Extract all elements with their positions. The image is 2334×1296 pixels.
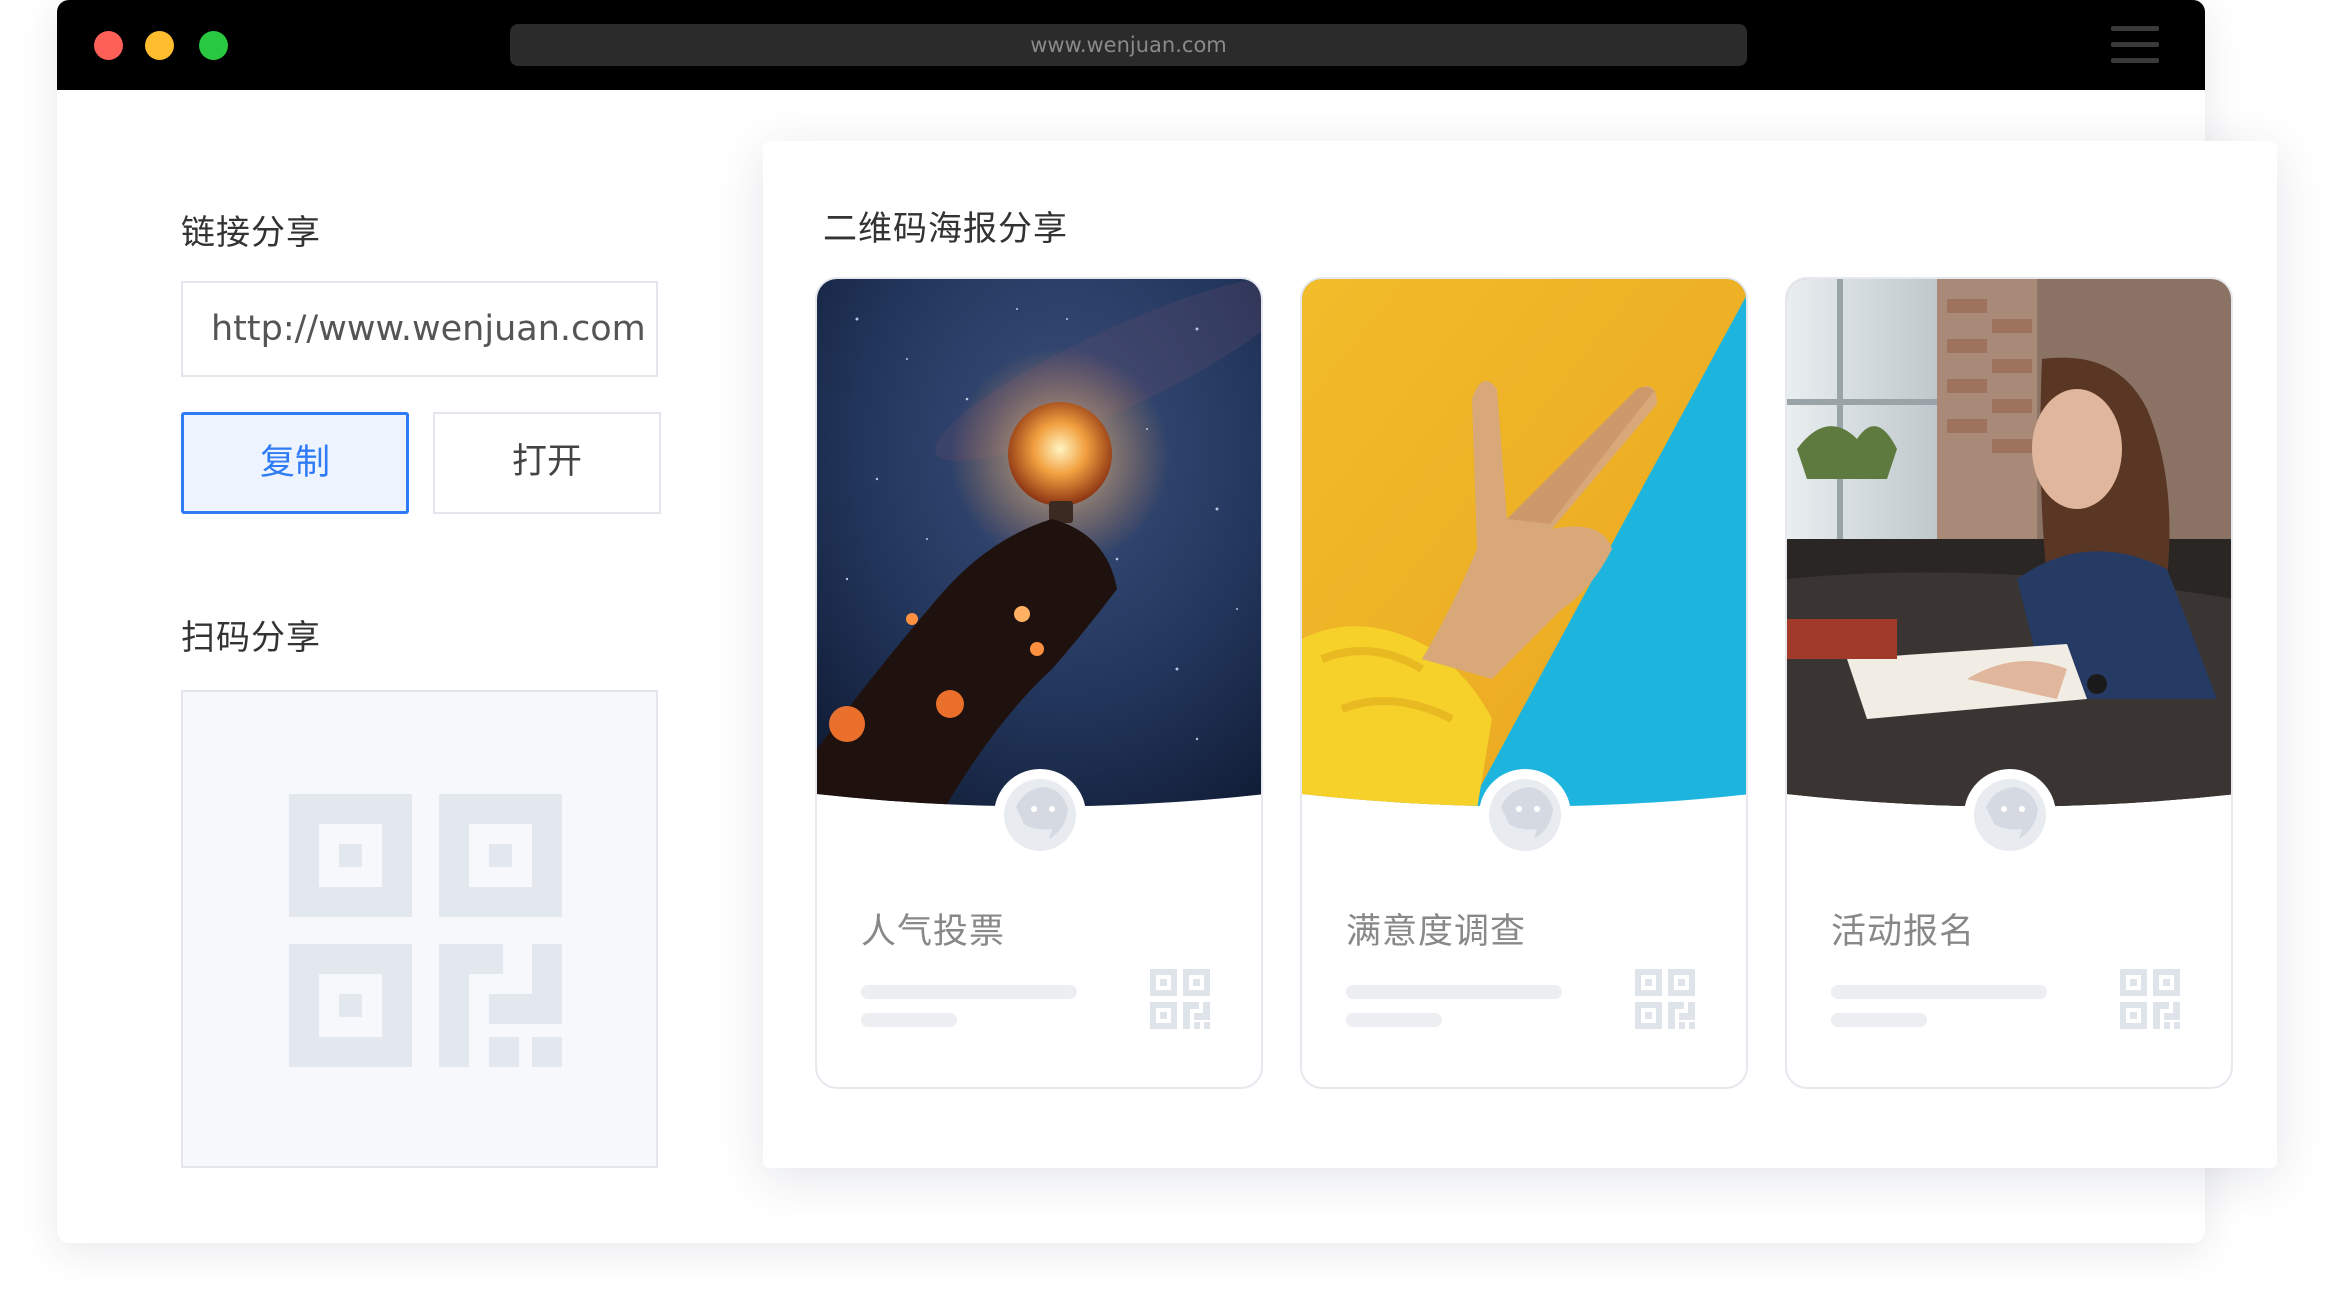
- browser-titlebar: www.wenjuan.com: [57, 0, 2205, 90]
- copy-button[interactable]: 复制: [181, 412, 409, 514]
- share-link-field[interactable]: http://www.wenjuan.com: [181, 281, 658, 377]
- placeholder-line: [861, 985, 1077, 999]
- avatar-icon: [1479, 769, 1571, 861]
- qr-code-placeholder: [181, 690, 658, 1168]
- maximize-window-button[interactable]: [199, 31, 228, 60]
- placeholder-line: [1346, 1013, 1442, 1027]
- qr-share-title: 扫码分享: [181, 618, 321, 658]
- address-bar[interactable]: www.wenjuan.com: [510, 24, 1747, 66]
- poster-card-label: 满意度调查: [1346, 912, 1527, 952]
- lightbulb-galaxy-photo: [817, 279, 1261, 807]
- poster-share-panel: 二维码海报分享 人气投票 满意度调查 活动报名: [763, 141, 2277, 1168]
- avatar-icon: [1964, 769, 2056, 861]
- poster-card-vote[interactable]: 人气投票: [815, 277, 1263, 1089]
- link-share-title: 链接分享: [181, 213, 321, 253]
- placeholder-line: [1346, 985, 1562, 999]
- qr-code-icon: [2120, 969, 2180, 1029]
- placeholder-line: [1831, 1013, 1927, 1027]
- poster-card-survey[interactable]: 满意度调查: [1300, 277, 1748, 1089]
- woman-writing-photo: [1787, 279, 2231, 807]
- open-button[interactable]: 打开: [433, 412, 661, 514]
- poster-card-label: 活动报名: [1831, 912, 1976, 952]
- hamburger-menu-icon[interactable]: [2111, 26, 2159, 64]
- poster-share-title: 二维码海报分享: [823, 209, 1068, 249]
- qr-code-icon: [1635, 969, 1695, 1029]
- peace-hand-photo: [1302, 279, 1746, 807]
- minimize-window-button[interactable]: [145, 31, 174, 60]
- placeholder-line: [1831, 985, 2047, 999]
- qr-code-icon: [289, 794, 562, 1067]
- qr-code-icon: [1150, 969, 1210, 1029]
- placeholder-line: [861, 1013, 957, 1027]
- close-window-button[interactable]: [94, 31, 123, 60]
- avatar-icon: [994, 769, 1086, 861]
- poster-card-label: 人气投票: [861, 912, 1006, 952]
- poster-card-signup[interactable]: 活动报名: [1785, 277, 2233, 1089]
